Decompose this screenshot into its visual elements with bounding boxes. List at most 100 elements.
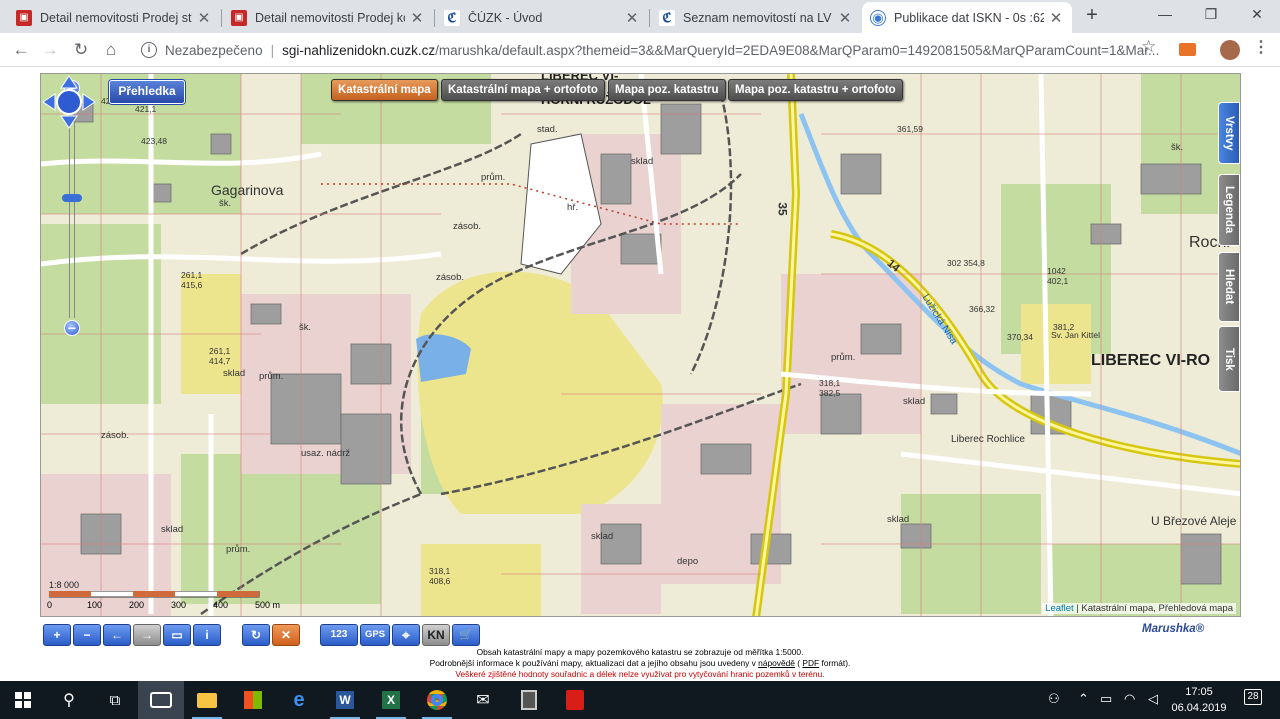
menu-kebab-icon[interactable]: ⋮ (1253, 37, 1269, 57)
reload-button[interactable]: ↻ (69, 38, 93, 62)
side-tab-legend[interactable]: Legenda (1218, 174, 1240, 246)
tab-separator (649, 9, 650, 27)
overview-map-button[interactable]: Přehledka (109, 80, 185, 104)
pan-control[interactable] (41, 74, 97, 130)
scale-tick: 100 (87, 600, 103, 610)
crosshair-icon: ⌖ (402, 627, 410, 643)
start-button[interactable] (0, 681, 46, 719)
browser-tab-4[interactable]: ℭ Seznam nemovitostí na LV | Nahlížení ✕ (651, 2, 861, 33)
task-view-button[interactable]: ⧉ (92, 681, 138, 719)
layer-button-land-cadastre-ortho[interactable]: Mapa poz. katastru + ortofoto (728, 79, 903, 101)
wifi-icon[interactable]: ◠ (1124, 691, 1135, 707)
taskbar-calculator[interactable] (506, 681, 552, 719)
taskbar-chrome[interactable] (414, 681, 460, 719)
rectangle-icon: ▭ (171, 628, 183, 642)
taskbar-acrobat[interactable] (552, 681, 598, 719)
profile-avatar[interactable] (1220, 40, 1240, 60)
browser-tab-3[interactable]: ℭ ČÚZK - Úvod ✕ (436, 2, 648, 33)
map-label-landuse: sklad (591, 531, 614, 542)
cart-button[interactable]: 🛒 (452, 624, 480, 646)
zoom-slider-thumb[interactable] (62, 194, 82, 202)
taskbar-store[interactable] (230, 681, 276, 719)
maximize-button[interactable]: ❐ (1188, 0, 1234, 30)
layer-button-cadastral-map[interactable]: Katastrální mapa (331, 79, 438, 101)
network-icon[interactable]: ▭ (1100, 691, 1112, 707)
taskbar-excel[interactable]: X (368, 681, 414, 719)
pdf-link[interactable]: PDF (802, 658, 819, 668)
browser-tab-2[interactable]: ▣ Detail nemovitosti Prodej komerčních ✕ (223, 2, 433, 33)
new-tab-button[interactable]: + (1082, 4, 1102, 28)
window-close-button[interactable]: ✕ (1234, 0, 1280, 30)
address-bar[interactable]: i Nezabezpečeno | sgi-nahlizenidokn.cuzk… (131, 37, 1167, 63)
action-center-button[interactable]: 28 (1244, 689, 1264, 709)
store-icon (244, 691, 262, 709)
map-label-elevation: 318,1 408,6 (429, 566, 451, 586)
side-tab-layers[interactable]: Vrstvy (1218, 102, 1240, 164)
pan-center-icon[interactable] (56, 89, 82, 115)
kn-button[interactable]: KN (422, 624, 450, 646)
zoom-in-button[interactable]: + (43, 624, 71, 646)
refresh-button[interactable]: ↻ (242, 624, 270, 646)
arrow-left-icon: ← (12, 40, 30, 59)
close-icon[interactable]: ✕ (624, 9, 640, 27)
map-zoom-out-icon[interactable]: − (64, 320, 80, 336)
people-icon[interactable]: ⚇ (1048, 691, 1060, 707)
close-icon[interactable]: ✕ (196, 9, 212, 27)
layer-button-cadastral-ortho[interactable]: Katastrální mapa + ortofoto (441, 79, 605, 101)
cart-icon: 🛒 (459, 629, 473, 641)
volume-icon[interactable]: ◁ (1148, 691, 1158, 707)
map-viewport[interactable]: Gagarinova Rochl LIBEREC VI-RO HORNÍ RŮŽ… (40, 73, 1241, 617)
crosshair-button[interactable]: ⌖ (392, 624, 420, 646)
footer-text: ( (797, 658, 801, 668)
tab-separator (221, 9, 222, 27)
mail-extension-icon[interactable] (1179, 43, 1196, 56)
back-nav-button[interactable]: ← (9, 38, 33, 62)
map-label-landuse: prům. (831, 352, 856, 363)
tray-chevron-icon[interactable]: ⌃ (1078, 691, 1089, 707)
browser-tab-5-active[interactable]: ◉ Publikace dat ISKN - 0s :62ms, Nahlíže… (862, 2, 1072, 33)
zoom-rect-button[interactable]: ▭ (163, 624, 191, 646)
back-button[interactable]: ← (103, 624, 131, 646)
map-label-landuse: šk. (1171, 142, 1184, 153)
photos-icon (150, 692, 172, 708)
pan-up-icon[interactable] (60, 75, 78, 89)
file-explorer-icon (197, 692, 217, 708)
home-button[interactable]: ⌂ (99, 38, 123, 62)
help-link[interactable]: nápovědě (758, 658, 795, 668)
pan-down-icon[interactable] (60, 115, 78, 129)
search-button[interactable]: ⚲ (46, 681, 92, 719)
browser-tab-1[interactable]: ▣ Detail nemovitosti Prodej stavebního ✕ (8, 2, 220, 33)
close-icon[interactable]: ✕ (837, 9, 853, 27)
acrobat-icon (566, 690, 584, 710)
layer-button-land-cadastre[interactable]: Mapa poz. katastru (608, 79, 726, 101)
info-button[interactable]: i (193, 624, 221, 646)
clear-button[interactable]: ✕ (272, 624, 300, 646)
minimize-button[interactable]: — (1142, 0, 1188, 30)
system-clock[interactable]: 17:05 06.04.2019 (1168, 684, 1230, 716)
leaflet-link[interactable]: Leaflet (1045, 603, 1074, 614)
footer-text: formát). (821, 658, 851, 668)
gps-icon: GPS (364, 629, 386, 640)
close-icon[interactable]: ✕ (409, 9, 425, 27)
side-tab-search[interactable]: Hledat (1218, 252, 1240, 322)
reload-icon: ↻ (73, 40, 89, 59)
bookmark-star-icon[interactable]: ☆ (1141, 37, 1156, 57)
gps-button[interactable]: GPS (360, 624, 390, 646)
word-icon: W (336, 691, 354, 709)
address-path: /marushka/default.aspx?themeid=3&&MarQue… (435, 42, 1160, 58)
forward-nav-button[interactable]: → (38, 38, 62, 62)
forward-button[interactable]: → (133, 624, 161, 646)
zoom-out-button[interactable]: − (73, 624, 101, 646)
close-icon[interactable]: ✕ (1048, 9, 1064, 27)
taskbar-edge[interactable]: e (276, 681, 322, 719)
pan-right-icon[interactable] (82, 93, 96, 111)
info-icon: i (205, 628, 209, 642)
taskbar-word[interactable]: W (322, 681, 368, 719)
taskbar-mail[interactable]: ✉ (460, 681, 506, 719)
side-tab-print[interactable]: Tisk (1218, 326, 1240, 392)
taskbar-file-explorer[interactable] (184, 681, 230, 719)
info-icon[interactable]: i (141, 42, 157, 58)
pan-left-icon[interactable] (42, 93, 56, 111)
coordinates-button[interactable]: 123 (320, 624, 358, 646)
taskbar-photos[interactable] (138, 681, 184, 719)
